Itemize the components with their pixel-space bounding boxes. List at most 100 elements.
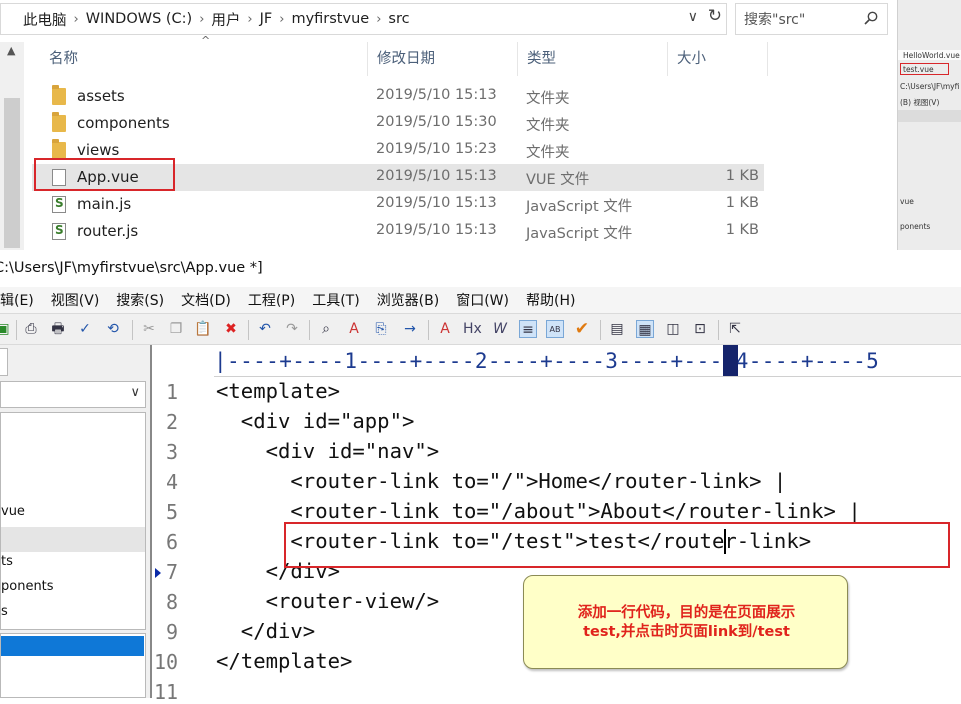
menu-window[interactable]: 窗口(W) — [456, 290, 509, 310]
help-icon[interactable]: ⇱ — [726, 320, 744, 338]
highlight-box-new-line — [284, 522, 950, 568]
thumb-toolbar — [898, 110, 961, 122]
code-line[interactable]: </template> — [216, 649, 352, 673]
font-icon[interactable]: A — [436, 320, 454, 338]
line-mode-icon[interactable]: ≡ — [519, 320, 537, 338]
scroll-up-icon[interactable]: ▲ — [7, 44, 15, 57]
redo-icon[interactable]: ↷ — [283, 320, 301, 338]
file-view-icon[interactable]: ▦ — [636, 320, 654, 338]
file-date: 2019/5/10 15:30 — [376, 114, 497, 130]
paste-icon[interactable]: 📋 — [194, 320, 212, 338]
tree-item-components[interactable]: ponents — [1, 579, 54, 594]
file-type: 文件夹 — [526, 91, 570, 107]
annotation-callout: 添加一行代码，目的是在页面展示 test,并点击时页面link到/test — [523, 575, 848, 669]
column-header-size[interactable]: 大小 — [668, 42, 768, 76]
file-list-selected-item[interactable] — [1, 636, 144, 656]
print-preview-icon[interactable]: ⎙ — [22, 320, 40, 338]
thumb-label: (B) 视图(V) — [900, 98, 940, 107]
breadcrumb-users[interactable]: 用户 — [205, 9, 246, 30]
breadcrumb-separator-icon: › — [73, 11, 79, 27]
code-line[interactable]: <template> — [216, 379, 340, 403]
code-line[interactable]: <router-link to="/">Home</router-link> | — [216, 469, 786, 493]
code-line[interactable]: <router-link to="/about">About</router-l… — [216, 499, 860, 523]
jump-icon[interactable]: → — [401, 320, 419, 338]
breadcrumb-project[interactable]: myfirstvue — [285, 11, 375, 27]
find-in-files-icon[interactable]: ⎘ — [372, 320, 390, 338]
folder-tree[interactable]: vue ts ponents s — [0, 412, 146, 630]
file-name: assets — [77, 87, 125, 105]
thumb-label: ponents — [900, 222, 931, 231]
menu-view[interactable]: 视图(V) — [51, 290, 100, 310]
search-input[interactable]: 搜索"src" — [735, 3, 888, 35]
copy-icon[interactable]: ❐ — [167, 320, 185, 338]
search-icon[interactable] — [864, 11, 878, 25]
undo-icon[interactable]: ↶ — [256, 320, 274, 338]
save-icon[interactable]: ▣ — [0, 320, 12, 338]
spell-check-icon[interactable]: ✓ — [76, 320, 94, 338]
script-icon — [52, 196, 66, 213]
file-row[interactable]: router.js 2019/5/10 15:13 JavaScript 文件 … — [32, 218, 764, 245]
drive-combobox[interactable]: ∨ — [0, 381, 146, 408]
highlight-box-app-vue — [34, 158, 175, 191]
list-icon[interactable]: ▤ — [608, 320, 626, 338]
delete-icon[interactable]: ✖ — [222, 320, 240, 338]
toolbar-separator — [718, 320, 719, 340]
code-line[interactable]: <div id="nav"> — [216, 439, 440, 463]
cut-icon[interactable]: ✂ — [140, 320, 158, 338]
thumb-label: vue — [900, 197, 914, 206]
breadcrumb-separator-icon: › — [199, 11, 205, 27]
background-window: HelloWorld.vue test.vue C:\Users\JF\myfi… — [897, 0, 961, 250]
column-header-date[interactable]: 修改日期 — [368, 42, 518, 76]
column-mode-icon[interactable]: AB — [546, 320, 564, 338]
menu-search[interactable]: 搜索(S) — [116, 290, 164, 310]
menu-browser[interactable]: 浏览器(B) — [377, 290, 440, 310]
menu-tools[interactable]: 工具(T) — [312, 290, 359, 310]
toolbar-separator — [16, 320, 17, 340]
file-type: 文件夹 — [526, 145, 570, 161]
code-line[interactable]: <router-view/> — [216, 589, 440, 613]
file-list[interactable] — [0, 633, 146, 698]
panel-tab[interactable] — [0, 348, 8, 376]
menu-edit[interactable]: 编辑(E) — [0, 290, 34, 310]
menu-help[interactable]: 帮助(H) — [526, 290, 575, 310]
breadcrumb-src[interactable]: src — [382, 11, 415, 27]
output-window-icon[interactable]: ⊡ — [691, 320, 709, 338]
file-row[interactable]: main.js 2019/5/10 15:13 JavaScript 文件 1 … — [32, 191, 764, 218]
function-list-icon[interactable]: ◫ — [664, 320, 682, 338]
toolbar-separator — [132, 320, 133, 340]
replace-icon[interactable]: A — [345, 320, 363, 338]
find-icon[interactable]: ⌕ — [317, 320, 335, 338]
file-row[interactable]: assets 2019/5/10 15:13 文件夹 — [32, 83, 764, 110]
breadcrumb-this-pc[interactable]: 此电脑 — [1, 9, 73, 30]
print-icon[interactable]: 🖶 — [49, 320, 67, 338]
hex-icon[interactable]: Hx — [463, 320, 482, 338]
code-line[interactable]: <div id="app"> — [216, 409, 415, 433]
breadcrumb-separator-icon: › — [376, 11, 382, 27]
chevron-down-icon[interactable]: ∨ — [688, 9, 698, 25]
column-header-row: 名称 修改日期 类型 大小 — [32, 42, 768, 76]
current-line-marker-icon — [155, 568, 161, 578]
search-placeholder: 搜索"src" — [744, 12, 806, 28]
tree-item-selected[interactable] — [1, 527, 145, 552]
scrollbar-thumb[interactable] — [4, 98, 20, 248]
breadcrumb-drive[interactable]: WINDOWS (C:) — [80, 11, 199, 27]
breadcrumb-user[interactable]: JF — [254, 11, 279, 27]
folder-icon — [52, 85, 66, 105]
ruler-text: |----+----1----+----2----+----3----+----… — [214, 349, 880, 373]
menu-project[interactable]: 工程(P) — [248, 290, 295, 310]
column-header-name[interactable]: 名称 — [40, 42, 368, 76]
address-bar[interactable]: 此电脑 › WINDOWS (C:) › 用户 › JF › myfirstvu… — [0, 3, 727, 35]
tree-item-vue[interactable]: vue — [1, 504, 25, 519]
chevron-down-icon[interactable]: ∨ — [130, 385, 140, 400]
file-row[interactable]: components 2019/5/10 15:30 文件夹 — [32, 110, 764, 137]
tree-item-assets[interactable]: ts — [1, 554, 13, 569]
code-line[interactable]: </div> — [216, 619, 315, 643]
direct-edit-icon[interactable]: ⟲ — [104, 320, 122, 338]
menu-document[interactable]: 文档(D) — [181, 290, 231, 310]
column-header-type[interactable]: 类型 — [518, 42, 668, 76]
word-wrap-icon[interactable]: W — [491, 320, 509, 338]
nav-pane-scrollbar[interactable]: ▲ — [0, 42, 24, 250]
check-icon[interactable]: ✔ — [573, 320, 591, 338]
refresh-icon[interactable]: ↻ — [708, 6, 722, 26]
tree-item-views[interactable]: s — [1, 604, 8, 619]
